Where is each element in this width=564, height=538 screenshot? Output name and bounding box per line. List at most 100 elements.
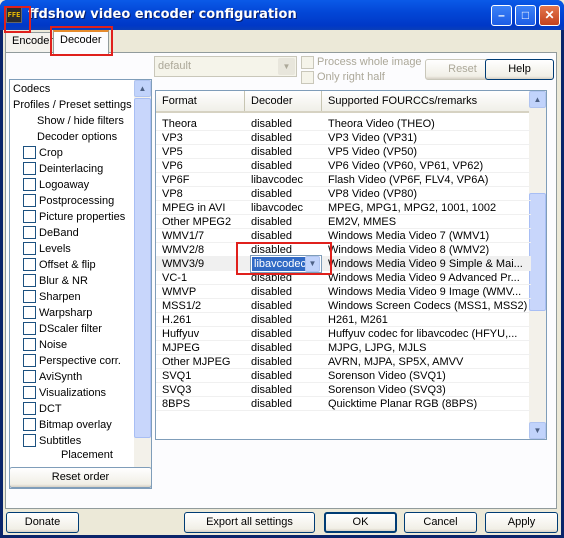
filter-checkbox[interactable] xyxy=(23,354,36,367)
tree-item[interactable]: Decoder options xyxy=(37,129,117,145)
filter-checkbox[interactable] xyxy=(23,274,36,287)
filter-item-label[interactable]: Levels xyxy=(39,241,71,257)
filter-checkbox[interactable] xyxy=(23,434,36,447)
filter-checkbox[interactable] xyxy=(23,194,36,207)
table-row[interactable]: MPEG in AVI libavcodec MPEG, MPG1, MPG2, 1… xyxy=(156,201,531,215)
cancel-button[interactable]: Cancel xyxy=(404,512,477,533)
filter-item-label[interactable]: Visualizations xyxy=(39,385,106,401)
only-right-half-checkbox[interactable] xyxy=(301,71,314,84)
filter-checkbox[interactable] xyxy=(23,226,36,239)
cell-decoder[interactable]: disabled xyxy=(251,397,323,411)
filter-item-label[interactable]: Bitmap overlay xyxy=(39,417,112,433)
filter-item-label[interactable]: Logoaway xyxy=(39,177,89,193)
filter-item-label[interactable]: Perspective corr. xyxy=(39,353,121,369)
cell-decoder[interactable]: disabled xyxy=(251,313,323,327)
scroll-down-icon[interactable]: ▼ xyxy=(529,422,546,439)
cell-decoder[interactable]: disabled xyxy=(251,383,323,397)
table-row[interactable]: H.261 disabled H261, M261 xyxy=(156,313,531,327)
close-button[interactable]: ✕ xyxy=(539,5,560,26)
table-row[interactable]: MJPEG disabled MJPG, LJPG, MJLS xyxy=(156,341,531,355)
tree-item[interactable]: Profiles / Preset settings xyxy=(13,97,132,113)
column-header-decoder[interactable]: Decoder xyxy=(245,91,322,111)
preset-select[interactable]: default ▼ xyxy=(154,56,297,77)
column-header-remarks[interactable]: Supported FOURCCs/remarks xyxy=(322,91,531,111)
tree-item[interactable]: Codecs xyxy=(13,81,50,97)
cell-decoder[interactable]: disabled xyxy=(251,215,323,229)
filter-checkbox[interactable] xyxy=(23,370,36,383)
cell-decoder[interactable]: libavcodec xyxy=(251,201,323,215)
cell-decoder[interactable]: disabled xyxy=(251,229,323,243)
scroll-thumb[interactable] xyxy=(134,98,151,438)
reset-order-button[interactable]: Reset order xyxy=(9,467,152,488)
filter-checkbox[interactable] xyxy=(23,306,36,319)
ok-button[interactable]: OK xyxy=(324,512,397,533)
table-row[interactable]: Other MPEG2 disabled EM2V, MMES xyxy=(156,215,531,229)
filter-checkbox[interactable] xyxy=(23,322,36,335)
filter-list-scrollbar[interactable]: ▲ ▼ xyxy=(134,80,151,488)
table-row[interactable]: VC-1 disabled Windows Media Video 9 Advanc… xyxy=(156,271,531,285)
filter-item-label[interactable]: Postprocessing xyxy=(39,193,114,209)
column-header-format[interactable]: Format xyxy=(156,91,245,111)
cell-decoder[interactable]: disabled xyxy=(251,145,323,159)
tab-encoder[interactable]: Encoder xyxy=(5,32,53,52)
filter-checkbox[interactable] xyxy=(23,146,36,159)
table-row[interactable]: MSS1/2 disabled Windows Screen Codecs (MSS… xyxy=(156,299,531,313)
table-row[interactable]: WMV1/7 disabled Windows Media Video 7 (WMV… xyxy=(156,229,531,243)
filter-checkbox[interactable] xyxy=(23,418,36,431)
table-row[interactable]: 8BPS disabled Quicktime Planar RGB (8BPS) xyxy=(156,397,531,411)
donate-button[interactable]: Donate xyxy=(6,512,79,533)
table-row[interactable]: Huffyuv disabled Huffyuv codec for libavco… xyxy=(156,327,531,341)
table-row[interactable]: VP8 disabled VP8 Video (VP80) xyxy=(156,187,531,201)
table-row[interactable]: VP6F libavcodec Flash Video (VP6F, FLV4, V… xyxy=(156,173,531,187)
tree-item-placement[interactable]: Placement xyxy=(61,447,113,463)
filter-item-label[interactable]: Noise xyxy=(39,337,67,353)
cell-decoder[interactable]: disabled xyxy=(251,341,323,355)
maximize-button[interactable]: □ xyxy=(515,5,536,26)
filter-checkbox[interactable] xyxy=(23,290,36,303)
cell-decoder[interactable]: disabled xyxy=(251,285,323,299)
table-row[interactable]: WMVP disabled Windows Media Video 9 Image … xyxy=(156,285,531,299)
filter-item-label[interactable]: Blur & NR xyxy=(39,273,88,289)
cell-decoder[interactable]: disabled xyxy=(251,327,323,341)
table-row[interactable]: WMV3/9libavcodecWindows Media Video 9 Si… xyxy=(156,255,531,273)
filter-item-label[interactable]: Picture properties xyxy=(39,209,125,225)
filter-item-label[interactable]: Sharpen xyxy=(39,289,81,305)
filter-item-label[interactable]: Warpsharp xyxy=(39,305,92,321)
apply-button[interactable]: Apply xyxy=(485,512,558,533)
filter-checkbox[interactable] xyxy=(23,162,36,175)
filter-checkbox[interactable] xyxy=(23,402,36,415)
filter-checkbox[interactable] xyxy=(23,210,36,223)
cell-decoder[interactable]: disabled xyxy=(251,159,323,173)
cell-decoder[interactable]: libavcodec xyxy=(251,173,323,187)
cell-decoder[interactable]: disabled xyxy=(251,117,323,131)
table-row[interactable]: SVQ1 disabled Sorenson Video (SVQ1) xyxy=(156,369,531,383)
table-row[interactable]: VP5 disabled VP5 Video (VP50) xyxy=(156,145,531,159)
table-row[interactable]: VP3 disabled VP3 Video (VP31) xyxy=(156,131,531,145)
cell-decoder[interactable]: disabled xyxy=(251,355,323,369)
filter-item-label[interactable]: DCT xyxy=(39,401,62,417)
scroll-thumb[interactable] xyxy=(529,193,546,311)
export-settings-button[interactable]: Export all settings xyxy=(184,512,315,533)
filter-checkbox[interactable] xyxy=(23,242,36,255)
table-row[interactable]: WMV2/8 disabled Windows Media Video 8 (WMV… xyxy=(156,243,531,257)
scroll-up-icon[interactable]: ▲ xyxy=(529,91,546,108)
cell-decoder[interactable]: disabled xyxy=(251,187,323,201)
cell-decoder[interactable]: disabled xyxy=(251,299,323,313)
filter-checkbox[interactable] xyxy=(23,338,36,351)
process-whole-image-checkbox[interactable] xyxy=(301,56,314,69)
filter-item-label[interactable]: AviSynth xyxy=(39,369,82,385)
help-button[interactable]: Help xyxy=(485,59,554,80)
cell-decoder[interactable]: disabled xyxy=(251,369,323,383)
minimize-button[interactable]: – xyxy=(491,5,512,26)
table-row[interactable]: VP6 disabled VP6 Video (VP60, VP61, VP62) xyxy=(156,159,531,173)
table-row[interactable]: Other MJPEG disabled AVRN, MJPA, SP5X, AMV… xyxy=(156,355,531,369)
cell-decoder[interactable]: disabled xyxy=(251,131,323,145)
filter-item-label[interactable]: Deinterlacing xyxy=(39,161,103,177)
filter-item-label[interactable]: Offset & flip xyxy=(39,257,96,273)
scroll-up-icon[interactable]: ▲ xyxy=(134,80,151,97)
filter-item-label[interactable]: DScaler filter xyxy=(39,321,102,337)
table-row[interactable]: SVQ3 disabled Sorenson Video (SVQ3) xyxy=(156,383,531,397)
codec-table[interactable]: Format Decoder Supported FOURCCs/remarks… xyxy=(155,90,547,440)
filter-item-label[interactable]: Crop xyxy=(39,145,63,161)
filter-tree-list[interactable]: ▲ ▼ CodecsProfiles / Preset settingsShow… xyxy=(9,79,152,489)
